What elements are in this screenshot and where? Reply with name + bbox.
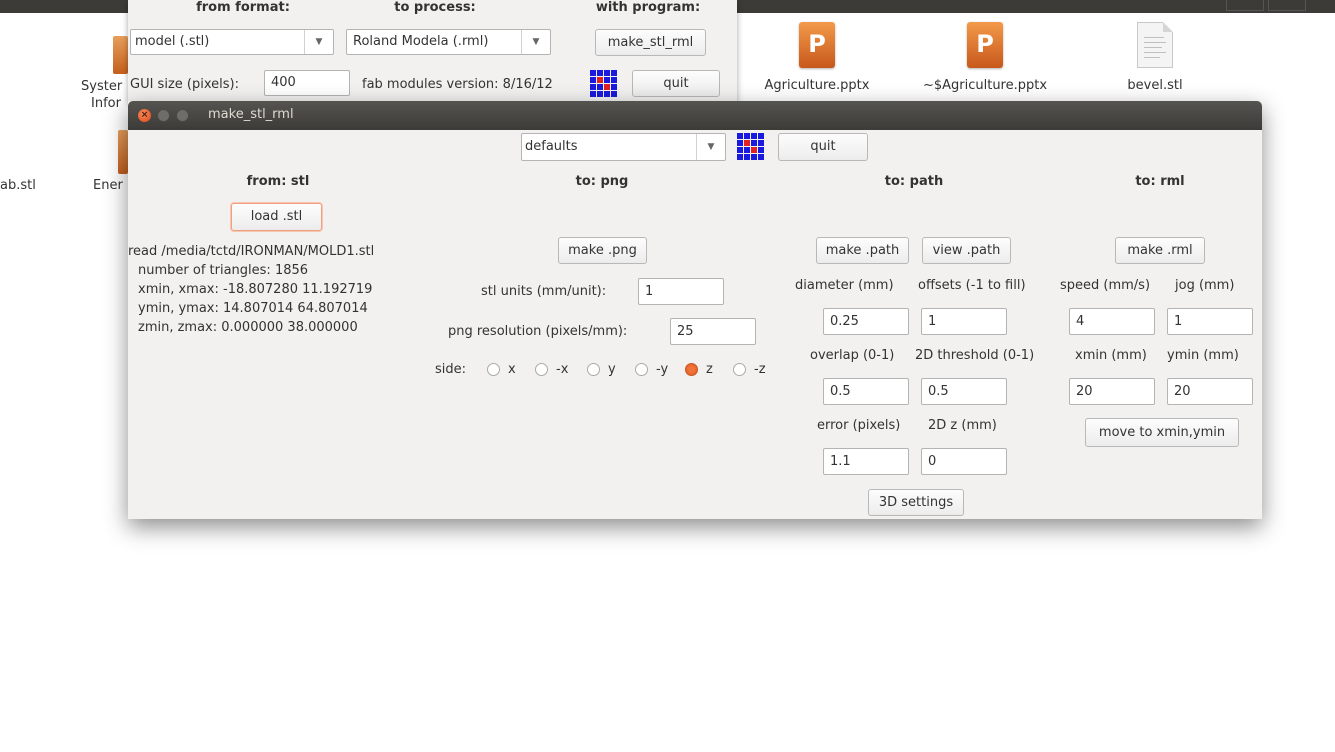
fab-modules-window: from format: to process: with program: m… (128, 0, 737, 102)
window-titlebar[interactable]: × make_stl_rml (128, 101, 1262, 130)
select-value: Roland Modela (.rml) (353, 34, 489, 49)
z-depth-label: 2D z (mm) (928, 418, 997, 433)
ymin-input[interactable]: 20 (1167, 378, 1253, 405)
radio-button[interactable] (487, 363, 500, 376)
to-process-header: to process: (394, 0, 476, 15)
rml-column-header: to: rml (1135, 174, 1185, 189)
png-resolution-input[interactable]: 25 (670, 318, 756, 345)
move-to-origin-button[interactable]: move to xmin,ymin (1085, 418, 1239, 447)
system-info-icon[interactable] (113, 36, 128, 74)
gui-size-input[interactable]: 400 (264, 70, 350, 96)
radio-label: y (608, 362, 616, 377)
stl-info-line: read /media/tctd/IRONMAN/MOLD1.stl (128, 244, 375, 259)
view-path-button[interactable]: view .path (922, 237, 1011, 264)
radio-label: x (508, 362, 516, 377)
file-label: Agriculture.pptx (764, 78, 870, 93)
stl-units-label: stl units (mm/unit): (481, 284, 607, 299)
minimize-icon[interactable] (157, 109, 170, 122)
png-resolution-label: png resolution (pixels/mm): (448, 324, 628, 339)
panel-button[interactable] (1268, 0, 1306, 11)
jog-input[interactable]: 1 (1167, 308, 1253, 335)
pptx-file-icon: P (799, 22, 835, 68)
z-depth-input[interactable]: 0 (921, 448, 1007, 475)
radio-label: z (706, 362, 713, 377)
fab-logo-icon (590, 70, 618, 97)
quit-button[interactable]: quit (632, 70, 720, 97)
desktop-file-label[interactable]: Syster (81, 79, 122, 94)
overlap-label: overlap (0-1) (810, 348, 895, 363)
maximize-icon[interactable] (176, 109, 189, 122)
speed-label: speed (mm/s) (1060, 278, 1151, 293)
from-format-header: from format: (196, 0, 290, 15)
path-column-header: to: path (884, 174, 944, 189)
chevron-down-icon: ▼ (521, 30, 550, 54)
radio-label: -y (656, 362, 669, 377)
stl-units-input[interactable]: 1 (638, 278, 724, 305)
radio-button[interactable] (733, 363, 746, 376)
defaults-select[interactable]: defaults ▼ (521, 133, 726, 161)
png-column-header: to: png (575, 174, 629, 189)
make-path-button[interactable]: make .path (816, 237, 909, 264)
3d-settings-button[interactable]: 3D settings (868, 489, 964, 516)
energy-file-icon[interactable] (118, 130, 128, 174)
offsets-label: offsets (-1 to fill) (918, 278, 1026, 293)
file-label: bevel.stl (1127, 78, 1183, 93)
speed-input[interactable]: 4 (1069, 308, 1155, 335)
load-stl-button[interactable]: load .stl (231, 203, 322, 231)
close-icon[interactable]: × (138, 109, 151, 122)
desktop-file-label[interactable]: Infor (91, 96, 121, 111)
chevron-down-icon: ▼ (304, 30, 333, 54)
window-title: make_stl_rml (208, 107, 294, 122)
stl-info-line: xmin, xmax: -18.807280 11.192719 (138, 282, 373, 297)
radio-button[interactable] (685, 363, 698, 376)
chevron-down-icon: ▼ (696, 134, 725, 160)
desktop-file-label[interactable]: Ener (93, 178, 123, 193)
file-label: ~$Agriculture.pptx (922, 78, 1048, 93)
make-rml-button[interactable]: make .rml (1115, 237, 1205, 264)
error-input[interactable]: 1.1 (823, 448, 909, 475)
gui-size-label: GUI size (pixels): (130, 77, 239, 92)
select-value: model (.stl) (135, 34, 210, 49)
diameter-label: diameter (mm) (795, 278, 894, 293)
panel-button[interactable] (1226, 0, 1264, 11)
fab-logo-icon (737, 133, 765, 160)
error-label: error (pixels) (817, 418, 901, 433)
radio-button[interactable] (535, 363, 548, 376)
xmin-input[interactable]: 20 (1069, 378, 1155, 405)
quit-button[interactable]: quit (778, 133, 868, 161)
overlap-input[interactable]: 0.5 (823, 378, 909, 405)
radio-label: -z (754, 362, 766, 377)
radio-button[interactable] (635, 363, 648, 376)
make-stl-rml-window: × make_stl_rml defaults ▼ quit from: stl… (128, 101, 1262, 519)
stl-info-line: zmin, zmax: 0.000000 38.000000 (138, 320, 358, 335)
program-button[interactable]: make_stl_rml (595, 29, 706, 56)
pptx-file-icon: P (967, 22, 1003, 68)
offsets-input[interactable]: 1 (921, 308, 1007, 335)
threshold-input[interactable]: 0.5 (921, 378, 1007, 405)
to-process-select[interactable]: Roland Modela (.rml) ▼ (346, 29, 551, 55)
radio-label: -x (556, 362, 569, 377)
radio-button[interactable] (587, 363, 600, 376)
ymin-label: ymin (mm) (1167, 348, 1239, 363)
desktop-file-label[interactable]: ab.stl (0, 178, 36, 193)
select-value: defaults (525, 139, 578, 154)
xmin-label: xmin (mm) (1075, 348, 1147, 363)
stl-info-line: ymin, ymax: 14.807014 64.807014 (138, 301, 368, 316)
diameter-input[interactable]: 0.25 (823, 308, 909, 335)
make-png-button[interactable]: make .png (558, 237, 647, 264)
version-label: fab modules version: 8/16/12 (362, 77, 553, 92)
stl-file-icon (1137, 22, 1173, 68)
with-program-header: with program: (595, 0, 701, 15)
jog-label: jog (mm) (1175, 278, 1235, 293)
stl-info-line: number of triangles: 1856 (138, 263, 309, 278)
from-format-select[interactable]: model (.stl) ▼ (130, 29, 334, 55)
stl-column-header: from: stl (246, 174, 310, 189)
threshold-label: 2D threshold (0-1) (915, 348, 1035, 363)
side-label: side: (435, 362, 467, 377)
